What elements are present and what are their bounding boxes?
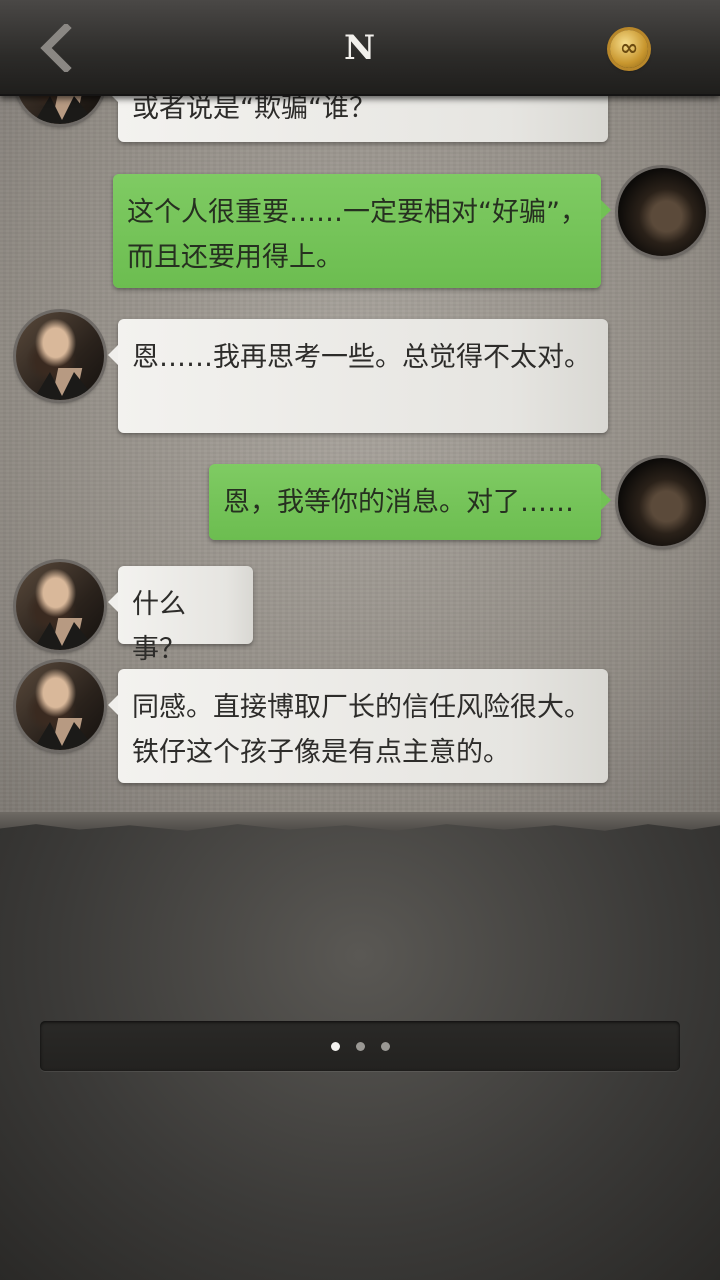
npc-avatar[interactable] (16, 312, 104, 400)
player-avatar[interactable] (618, 168, 706, 256)
top-bar: N ∞ (0, 0, 720, 96)
message-bubble: 恩，我等你的消息。对了…… (209, 464, 611, 540)
npc-avatar[interactable] (16, 662, 104, 750)
chat-area[interactable]: 或者说是“欺骗“谁？ 这个人很重要……一定要相对“好骗”，而且还要用得上。 恩…… (0, 96, 720, 816)
message-bubble: 这个人很重要……一定要相对“好骗”，而且还要用得上。 (113, 174, 611, 288)
message-text: 恩……我再思考一些。总觉得不太对。 (132, 342, 591, 373)
message-text: 这个人很重要……一定要相对“好骗”，而且还要用得上。 (127, 197, 587, 273)
player-avatar[interactable] (618, 458, 706, 546)
page-dot[interactable] (380, 1041, 390, 1051)
infinity-icon: ∞ (619, 36, 639, 61)
message-text: 恩，我等你的消息。对了…… (223, 487, 574, 518)
message-text: 同感。直接博取厂长的信任风险很大。铁仔这个孩子像是有点主意的。 (132, 692, 591, 768)
infinity-badge-button[interactable]: ∞ (610, 30, 648, 68)
message-bubble: 恩……我再思考一些。总觉得不太对。 (108, 319, 608, 433)
message-bubble: 什么事？ (108, 566, 253, 665)
message-text: 什么事？ (132, 589, 186, 665)
message-bubble: 或者说是“欺骗“谁？ (108, 96, 608, 142)
npc-avatar[interactable] (16, 562, 104, 650)
page-dot-active[interactable] (330, 1041, 340, 1051)
message-bubble: 同感。直接博取厂长的信任风险很大。铁仔这个孩子像是有点主意的。 (108, 669, 608, 783)
page-dot[interactable] (355, 1041, 365, 1051)
npc-avatar[interactable] (16, 96, 104, 124)
message-text: 或者说是“欺骗“谁？ (132, 96, 376, 124)
page-indicator[interactable] (40, 1021, 680, 1071)
